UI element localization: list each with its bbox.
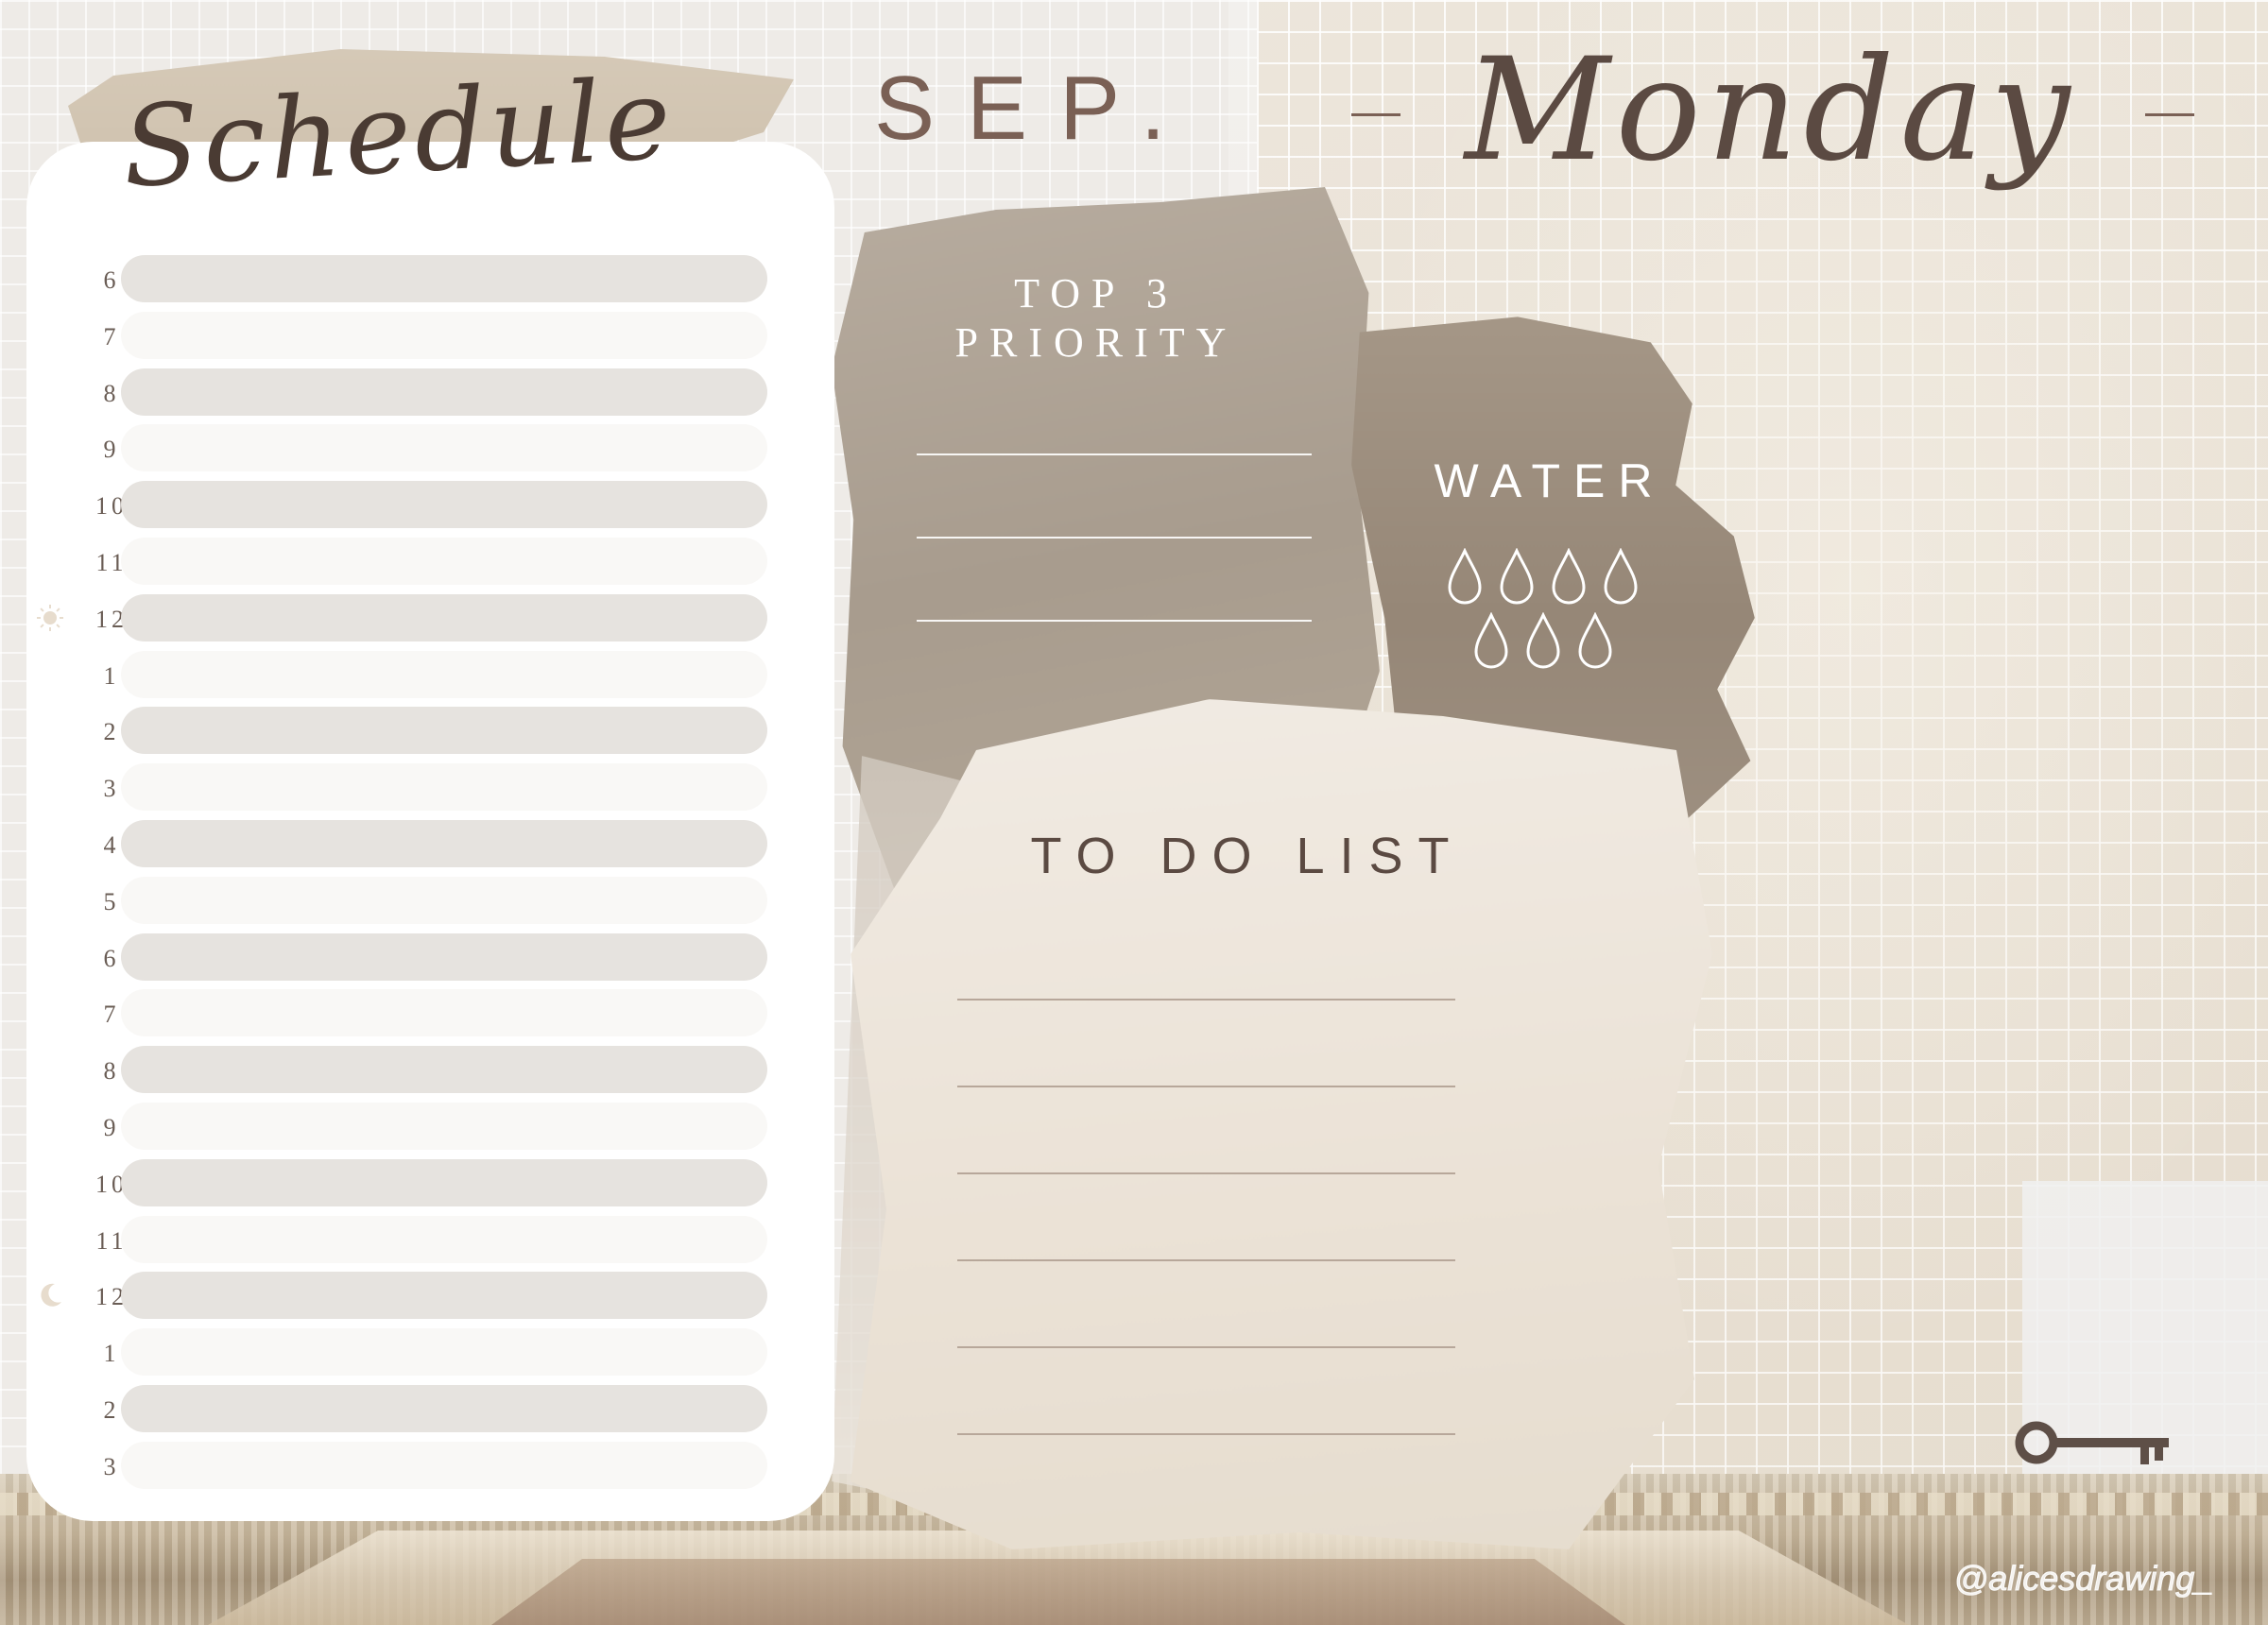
- todo-line[interactable]: [957, 1086, 1455, 1087]
- key-icon: [2015, 1421, 2169, 1464]
- schedule-row: 1: [26, 1328, 834, 1379]
- schedule-row: 8: [26, 368, 834, 419]
- sun-icon: [37, 604, 63, 631]
- todo-line[interactable]: [957, 1433, 1455, 1435]
- ornament-arch-inner: [491, 1559, 1625, 1625]
- moon-icon: [41, 1284, 61, 1308]
- day-label: Monday: [1465, 28, 2076, 193]
- schedule-row: 12: [26, 593, 834, 645]
- schedule-row: 11: [26, 1215, 834, 1267]
- todo-line[interactable]: [957, 999, 1455, 1001]
- day-dash-left: [1351, 113, 1400, 116]
- schedule-row: 3: [26, 1441, 834, 1493]
- schedule-slot[interactable]: [121, 538, 767, 585]
- schedule-row: 9: [26, 1103, 834, 1154]
- priority-title-line2: PRIORITY: [954, 319, 1238, 366]
- todo-line[interactable]: [957, 1259, 1455, 1261]
- schedule-slot[interactable]: [121, 368, 767, 416]
- schedule-row: 5: [26, 876, 834, 928]
- schedule-slot[interactable]: [121, 1158, 767, 1206]
- schedule-row: 7: [26, 311, 834, 363]
- schedule-slot[interactable]: [121, 650, 767, 698]
- schedule-slot[interactable]: [121, 932, 767, 981]
- schedule-slot[interactable]: [121, 481, 767, 529]
- schedule-slot[interactable]: [121, 707, 767, 755]
- schedule-slot[interactable]: [121, 1385, 767, 1432]
- schedule-row: 4: [26, 820, 834, 871]
- schedule-row: 6: [26, 255, 834, 306]
- schedule-row: 9: [26, 424, 834, 475]
- schedule-row: 7: [26, 989, 834, 1040]
- water-drops: [1446, 548, 1654, 680]
- schedule-slot[interactable]: [121, 763, 767, 812]
- schedule-row: 2: [26, 707, 834, 758]
- priority-line[interactable]: [917, 537, 1312, 539]
- watermark: @alicesdrawing_: [1953, 1559, 2214, 1599]
- water-drop-icon[interactable]: [1472, 612, 1510, 671]
- priority-title: TOP 3 PRIORITY: [907, 269, 1285, 368]
- schedule-slot[interactable]: [121, 1441, 767, 1489]
- schedule-row: 11: [26, 538, 834, 589]
- schedule-row: 12: [26, 1272, 834, 1323]
- water-title: WATER: [1434, 454, 1666, 507]
- schedule-row: 10: [26, 481, 834, 532]
- schedule-slot[interactable]: [121, 255, 767, 302]
- water-drop-icon[interactable]: [1550, 548, 1588, 607]
- schedule-slot[interactable]: [121, 424, 767, 472]
- schedule-slot[interactable]: [121, 311, 767, 359]
- water-drop-icon[interactable]: [1446, 548, 1484, 607]
- month-label: SEP.: [874, 58, 1198, 159]
- priority-line[interactable]: [917, 620, 1312, 622]
- water-drop-icon[interactable]: [1524, 612, 1562, 671]
- schedule-row: 3: [26, 763, 834, 814]
- water-drop-icon[interactable]: [1576, 612, 1614, 671]
- water-drop-icon[interactable]: [1498, 548, 1536, 607]
- schedule-slot[interactable]: [121, 1272, 767, 1320]
- schedule-row: 10: [26, 1158, 834, 1210]
- todo-line[interactable]: [957, 1346, 1455, 1348]
- priority-title-line1: TOP 3: [1014, 270, 1178, 316]
- priority-line[interactable]: [917, 453, 1312, 455]
- schedule-slot[interactable]: [121, 1215, 767, 1263]
- schedule-slot[interactable]: [121, 1103, 767, 1150]
- schedule-row: 1: [26, 650, 834, 702]
- schedule-row: 2: [26, 1385, 834, 1436]
- water-drop-icon[interactable]: [1602, 548, 1640, 607]
- todo-title: TO DO LIST: [1030, 828, 1465, 884]
- schedule-row: 8: [26, 1046, 834, 1097]
- schedule-slot[interactable]: [121, 876, 767, 924]
- day-dash-right: [2145, 113, 2194, 116]
- schedule-slot[interactable]: [121, 989, 767, 1037]
- todo-line[interactable]: [957, 1172, 1455, 1174]
- schedule-slot[interactable]: [121, 820, 767, 867]
- schedule-slot[interactable]: [121, 593, 767, 641]
- schedule-row: 6: [26, 932, 834, 984]
- schedule-slot[interactable]: [121, 1328, 767, 1377]
- schedule-slot[interactable]: [121, 1046, 767, 1094]
